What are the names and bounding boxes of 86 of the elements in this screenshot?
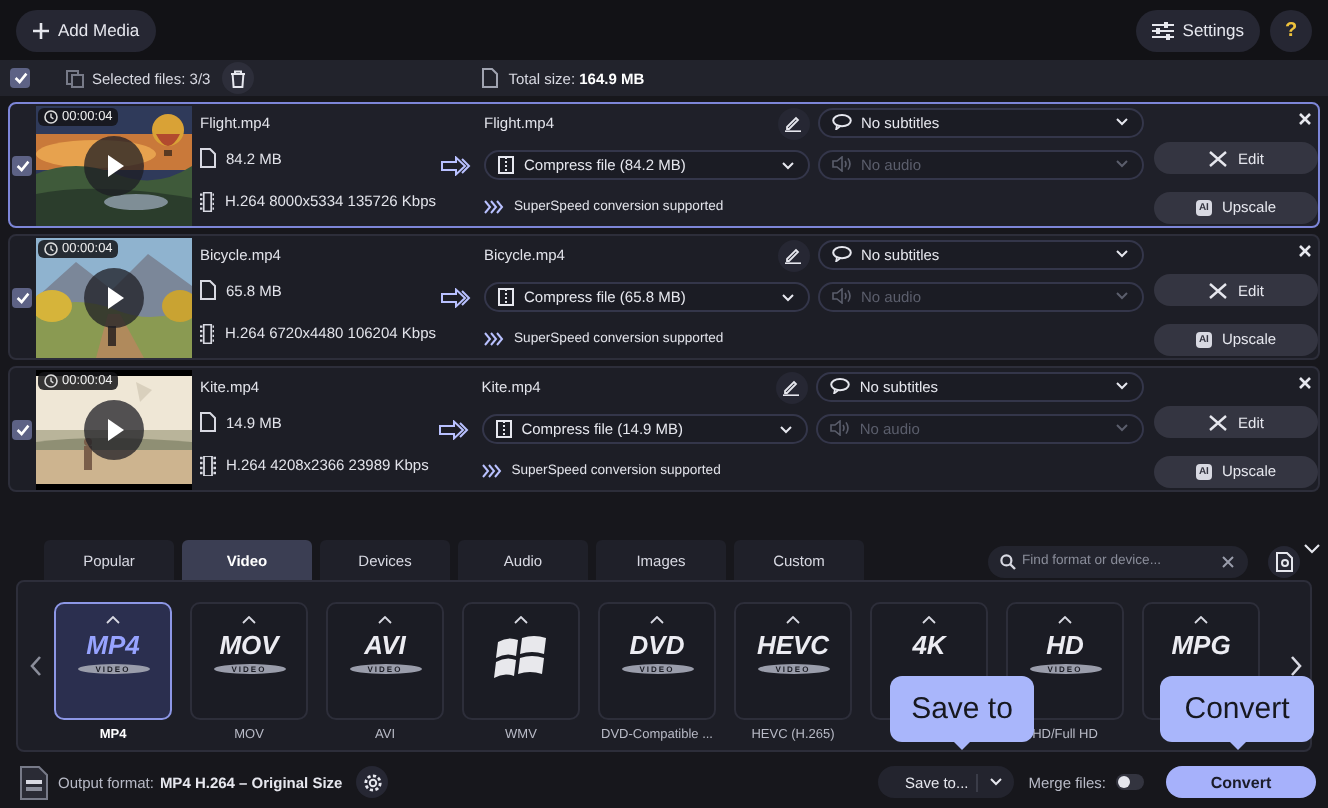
next-icon[interactable] xyxy=(1290,656,1302,676)
clear-icon[interactable] xyxy=(1222,555,1234,567)
copy-icon xyxy=(66,69,84,87)
compress-icon xyxy=(495,420,512,438)
format-logo: HEVC xyxy=(756,632,830,660)
speech-bubble-icon xyxy=(831,114,851,130)
chevron-down-icon xyxy=(781,293,793,301)
chevron-down-icon xyxy=(1116,424,1128,432)
caret-up-icon xyxy=(922,616,936,624)
chevron-down-icon xyxy=(1116,160,1128,168)
film-icon xyxy=(200,323,215,343)
settings-icon xyxy=(361,771,384,793)
speaker-icon xyxy=(831,288,851,304)
speed-icon xyxy=(484,332,504,346)
settings-button[interactable]: Settings xyxy=(1136,9,1260,51)
chevron-down-icon xyxy=(1116,250,1128,258)
close-icon[interactable] xyxy=(1298,111,1312,125)
select-all-checkbox[interactable] xyxy=(10,68,30,88)
caret-up-icon xyxy=(786,616,800,624)
convert-arrow-icon xyxy=(440,287,472,307)
speed-icon xyxy=(481,464,502,478)
delete-button[interactable] xyxy=(222,62,255,94)
format-logo: 4K xyxy=(912,632,946,660)
chevron-down-icon xyxy=(1116,118,1128,126)
speed-icon xyxy=(484,200,504,214)
file-icon xyxy=(482,68,499,88)
caret-up-icon xyxy=(242,616,256,624)
close-icon[interactable] xyxy=(1298,243,1312,257)
rename-button[interactable] xyxy=(777,239,809,271)
chevron-down-icon xyxy=(1116,382,1128,390)
speech-bubble-icon xyxy=(829,378,850,394)
format-logo: AVI xyxy=(364,632,406,660)
windows-icon xyxy=(493,632,549,684)
convert-arrow-icon xyxy=(440,155,472,175)
chevron-down-icon xyxy=(781,161,793,169)
chevron-down-icon xyxy=(779,425,792,433)
format-logo: DVD xyxy=(629,632,685,660)
format-logo: MP4 xyxy=(86,632,140,660)
caret-up-icon xyxy=(1058,616,1072,624)
pencil-icon xyxy=(784,114,802,132)
file-checkbox[interactable] xyxy=(12,155,32,175)
file-checkbox[interactable] xyxy=(12,287,32,307)
add-media-button[interactable]: Add Media xyxy=(16,9,156,51)
chevron-down-icon[interactable] xyxy=(1304,544,1320,554)
play-button[interactable] xyxy=(84,267,144,327)
film-icon xyxy=(200,191,215,211)
file-icon xyxy=(200,412,216,432)
file-checkbox[interactable] xyxy=(12,419,32,439)
pencil-icon xyxy=(782,378,801,396)
format-logo: MOV xyxy=(219,632,279,660)
convert-button[interactable]: Convert xyxy=(1166,766,1316,798)
format-settings-button[interactable] xyxy=(356,766,389,798)
rename-button[interactable] xyxy=(777,107,809,139)
search-icon xyxy=(1000,553,1016,569)
caret-up-icon xyxy=(378,616,392,624)
format-tile[interactable] xyxy=(462,602,580,720)
film-icon xyxy=(200,455,216,475)
format-logo: HD xyxy=(1046,632,1084,660)
speaker-icon xyxy=(829,420,850,436)
device-detect-button[interactable] xyxy=(1268,545,1300,577)
chevron-down-icon xyxy=(1116,292,1128,300)
speaker-icon xyxy=(831,156,851,172)
chevron-down-icon[interactable] xyxy=(990,778,1003,786)
rename-button[interactable] xyxy=(775,371,808,403)
play-button[interactable] xyxy=(84,135,144,195)
caret-up-icon xyxy=(514,616,528,624)
play-button[interactable] xyxy=(84,399,144,459)
pencil-icon xyxy=(784,246,802,264)
compress-icon xyxy=(498,156,514,174)
format-logo: MPG xyxy=(1171,632,1231,660)
previous-icon[interactable] xyxy=(30,656,42,676)
convert-arrow-icon xyxy=(437,419,470,439)
trash-icon xyxy=(230,69,247,87)
help-button[interactable]: ? xyxy=(1270,9,1312,51)
caret-up-icon xyxy=(1194,616,1208,624)
merge-toggle[interactable] xyxy=(1116,774,1144,790)
speech-bubble-icon xyxy=(831,246,851,262)
caret-up-icon xyxy=(106,616,120,624)
file-icon xyxy=(200,148,216,168)
compress-icon xyxy=(498,288,514,306)
settings-icon xyxy=(1152,21,1175,39)
file-icon xyxy=(200,280,216,300)
plus-icon xyxy=(32,21,50,39)
caret-up-icon xyxy=(650,616,664,624)
document-search-icon xyxy=(1275,551,1293,571)
close-icon[interactable] xyxy=(1298,375,1312,389)
